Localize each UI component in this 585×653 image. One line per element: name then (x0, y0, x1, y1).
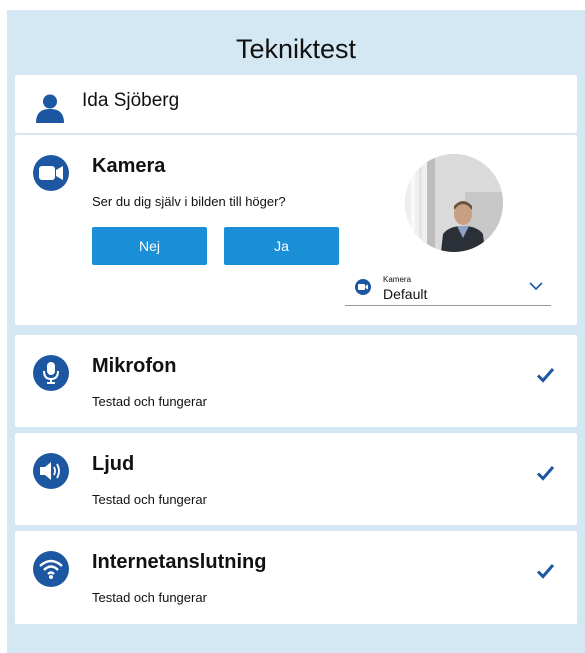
user-card: Ida Sjöberg (15, 75, 577, 133)
camera-select-icon (355, 279, 371, 295)
app-frame: Tekniktest Ida Sjöberg Kamera Ser du dig… (7, 10, 585, 653)
camera-card: Kamera Ser du dig själv i bilden till hö… (15, 135, 577, 325)
camera-title: Kamera (92, 155, 166, 177)
no-button[interactable]: Nej (92, 227, 207, 265)
internet-status: Testad och fungerar (92, 590, 207, 605)
check-icon (536, 564, 555, 579)
microphone-icon (33, 355, 69, 391)
page-title: Tekniktest (235, 34, 357, 64)
camera-select[interactable]: Kamera Default (345, 273, 551, 306)
camera-question: Ser du dig själv i bilden till höger? (92, 194, 286, 209)
audio-status: Testad och fungerar (92, 492, 207, 507)
camera-preview (405, 154, 503, 252)
internet-card: Internetanslutning Testad och fungerar (15, 531, 577, 624)
camera-select-label: Kamera (383, 275, 412, 284)
check-icon (536, 466, 555, 481)
speaker-icon (33, 453, 69, 489)
wifi-icon (33, 551, 69, 587)
internet-title: Internetanslutning (92, 551, 267, 573)
camera-select-value: Default (383, 286, 428, 302)
person-icon (36, 94, 64, 123)
microphone-status: Testad och fungerar (92, 394, 207, 409)
audio-title: Ljud (92, 453, 135, 475)
microphone-card: Mikrofon Testad och fungerar (15, 335, 577, 427)
video-camera-icon (33, 155, 69, 191)
chevron-down-icon (529, 282, 543, 291)
user-name: Ida Sjöberg (82, 90, 180, 111)
yes-button[interactable]: Ja (224, 227, 339, 265)
audio-card: Ljud Testad och fungerar (15, 433, 577, 525)
microphone-title: Mikrofon (92, 355, 177, 377)
check-icon (536, 368, 555, 383)
